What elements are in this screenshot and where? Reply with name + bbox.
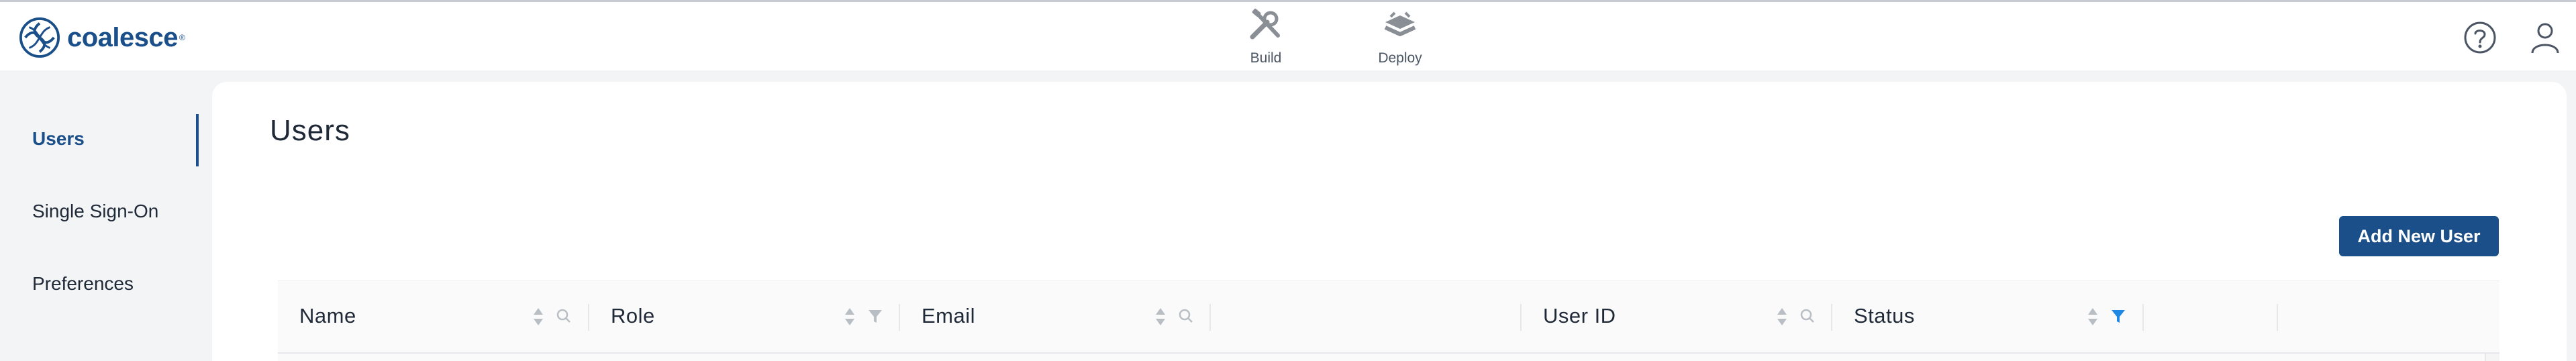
build-tools-icon <box>1250 8 1280 40</box>
column-title: User ID <box>1543 304 1616 327</box>
column-header-user-id[interactable]: User ID <box>1522 281 1832 354</box>
column-title: Name <box>299 304 356 327</box>
add-new-user-button[interactable]: Add New User <box>2339 216 2499 256</box>
deploy-icon <box>1384 11 1416 36</box>
sort-icon[interactable] <box>1154 306 1167 327</box>
page-title: Users <box>270 114 350 147</box>
nav-tab-build-label: Build <box>1250 50 1282 66</box>
coalesce-logo-icon <box>19 17 60 58</box>
sort-icon[interactable] <box>843 306 856 327</box>
table-scrollbar[interactable] <box>2485 354 2499 361</box>
main-panel: Users Add New User Name Role Email User … <box>212 82 2567 361</box>
sidebar-item-single-sign-on[interactable]: Single Sign-On <box>32 198 158 225</box>
sidebar-active-indicator <box>196 114 199 166</box>
search-icon[interactable] <box>1799 307 1816 325</box>
top-bar: coalesce ® Build Deploy <box>0 0 2576 70</box>
app-name: coalesce <box>67 22 179 52</box>
help-icon[interactable] <box>2462 19 2498 56</box>
column-title: Role <box>611 304 655 327</box>
sidebar-item-preferences[interactable]: Preferences <box>32 270 134 297</box>
column-header-status[interactable]: Status <box>1832 281 2144 354</box>
column-title: Email <box>922 304 976 327</box>
settings-sidebar: Users Single Sign-On Preferences <box>0 70 212 361</box>
search-icon[interactable] <box>556 307 572 325</box>
filter-icon[interactable] <box>867 307 883 325</box>
column-title: Status <box>1854 304 1915 327</box>
search-icon[interactable] <box>1178 307 1194 325</box>
sort-icon[interactable] <box>1775 306 1789 327</box>
nav-tab-build[interactable]: Build <box>1219 7 1313 69</box>
trademark: ® <box>179 33 185 42</box>
sort-icon[interactable] <box>2086 306 2099 327</box>
column-header-blank <box>2278 281 2499 354</box>
nav-tab-deploy-label: Deploy <box>1378 50 1422 66</box>
filter-active-icon[interactable] <box>2110 307 2126 325</box>
sidebar-item-users[interactable]: Users <box>32 125 85 152</box>
sort-icon[interactable] <box>532 306 545 327</box>
column-header-email[interactable]: Email <box>900 281 1211 354</box>
users-table: Name Role Email User ID Status <box>278 280 2499 361</box>
column-header-blank <box>2144 281 2278 354</box>
table-header-row: Name Role Email User ID Status <box>278 281 2499 354</box>
user-icon[interactable] <box>2527 19 2563 56</box>
nav-tab-deploy[interactable]: Deploy <box>1353 7 1447 69</box>
column-header-role[interactable]: Role <box>589 281 900 354</box>
column-header-name[interactable]: Name <box>278 281 589 354</box>
column-header-blank <box>1211 281 1522 354</box>
coalesce-logo[interactable]: coalesce ® <box>19 15 185 60</box>
